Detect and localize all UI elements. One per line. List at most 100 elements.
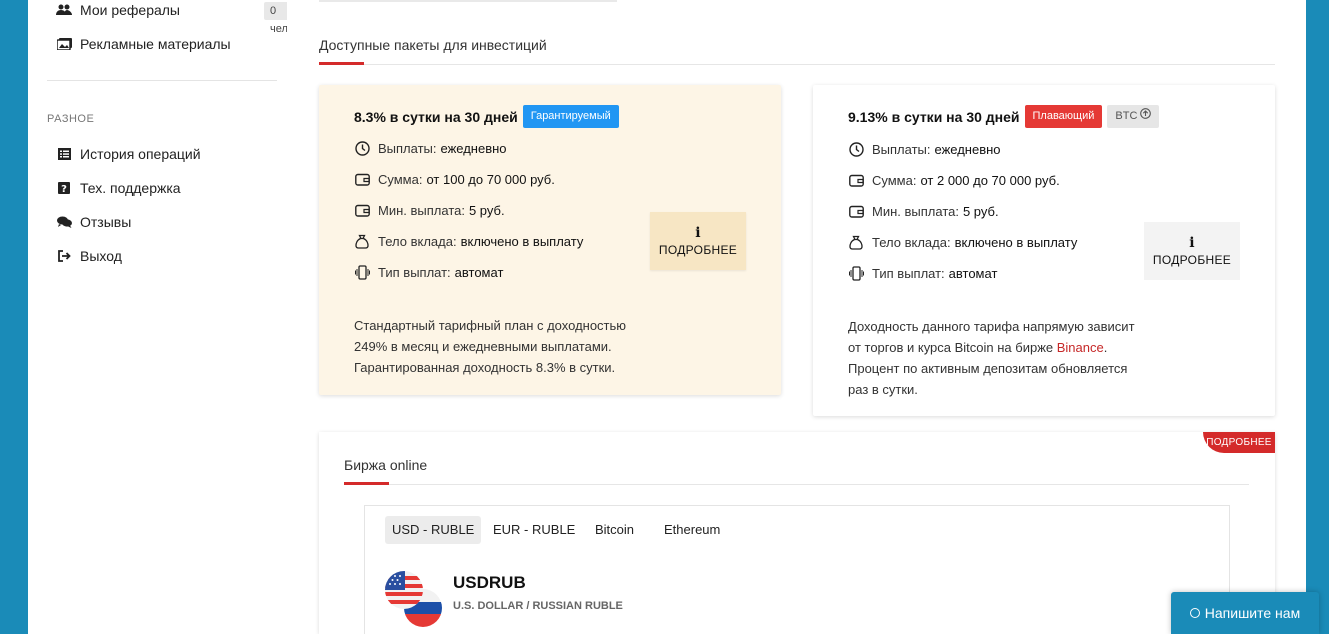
floating-tag: Плавающий — [1024, 105, 1103, 128]
package-title: 9.13% в сутки на 30 дней Плавающий BTC — [848, 105, 1160, 128]
guaranteed-tag: Гарантируемый — [522, 105, 619, 128]
feature-payout-type: Тип выплат: автомат — [848, 265, 997, 281]
feature-value: ежедневно — [934, 141, 1001, 157]
sidebar-item-logout[interactable]: Выход — [56, 248, 122, 264]
feature-value: включено в выплату — [954, 234, 1078, 250]
package-description: Стандартный тарифный план с доходностью … — [354, 315, 654, 378]
previous-card-edge — [319, 0, 617, 2]
section-accent — [344, 482, 389, 485]
chat-widget-button[interactable]: Напишите нам — [1171, 592, 1319, 634]
feature-label: Тело вклада: — [378, 233, 457, 249]
feature-label: Мин. выплата: — [872, 203, 959, 219]
pair-title: USDRUB — [453, 573, 526, 592]
clock-icon — [354, 140, 370, 156]
feature-amount: Сумма: от 100 до 70 000 руб. — [354, 171, 555, 187]
feature-value: 5 руб. — [468, 202, 505, 218]
comments-icon — [56, 215, 72, 229]
package-card-guaranteed: 8.3% в сутки на 30 дней Гарантируемый Вы… — [319, 85, 781, 395]
details-button-label: ПОДРОБНЕЕ — [1152, 252, 1232, 267]
chat-label: Напишите нам — [1204, 605, 1301, 621]
package-card-floating: 9.13% в сутки на 30 дней Плавающий BTC В… — [813, 85, 1275, 416]
sidebar-section-misc: РАЗНОЕ — [47, 113, 95, 125]
pair-description: U.S. DOLLAR / RUSSIAN RUBLE — [453, 600, 623, 612]
feature-min-payout: Мин. выплата: 5 руб. — [354, 202, 505, 218]
images-icon — [56, 37, 72, 51]
users-icon — [56, 3, 72, 17]
package-title: 8.3% в сутки на 30 дней Гарантируемый — [354, 105, 619, 128]
money-bag-icon — [354, 233, 370, 249]
sidebar-item-history[interactable]: История операций — [56, 146, 201, 162]
usd-rub-flags-icon — [385, 568, 445, 628]
section-divider — [344, 484, 1249, 485]
question-icon: ? — [56, 181, 72, 195]
package-description: Доходность данного тарифа напрямую завис… — [848, 316, 1138, 400]
sidebar-item-label: Отзывы — [80, 214, 132, 230]
tab-usd-ruble[interactable]: USD - RUBLE — [385, 516, 482, 544]
section-accent — [319, 62, 364, 65]
wallet-icon — [848, 203, 864, 219]
btc-tag: BTC — [1107, 105, 1160, 128]
package-details-button[interactable]: i ПОДРОБНЕЕ — [1144, 222, 1240, 280]
sidebar-item-label: Рекламные материалы — [80, 36, 231, 52]
feature-payout-type: Тип выплат: автомат — [354, 264, 503, 280]
tab-eur-ruble[interactable]: EUR - RUBLE — [486, 516, 582, 544]
description-line: Процент по активным депозитам обновляетс… — [848, 361, 1128, 397]
sidebar-item-support[interactable]: ? Тех. поддержка — [56, 180, 181, 196]
wallet-icon — [354, 202, 370, 218]
feature-label: Сумма: — [872, 172, 917, 188]
page: Мои рефералы 0 чел. Рекламные материалы … — [28, 0, 1306, 634]
feature-label: Сумма: — [378, 171, 423, 187]
sidebar: Мои рефералы 0 чел. Рекламные материалы … — [28, 0, 297, 634]
sidebar-item-label: Выход — [80, 248, 122, 264]
feature-value: включено в выплату — [460, 233, 584, 249]
binance-link[interactable]: Binance — [1057, 340, 1104, 355]
sidebar-item-reviews[interactable]: Отзывы — [56, 214, 131, 230]
feature-deposit-body: Тело вклада: включено в выплату — [848, 234, 1077, 250]
sign-out-icon — [56, 249, 72, 263]
feature-value: от 2 000 до 70 000 руб. — [920, 172, 1060, 188]
exchange-online-panel: ПОДРОБНЕЕ Биржа online USD - RUBLE EUR -… — [319, 432, 1275, 634]
description-text: . — [1103, 340, 1108, 355]
feature-value: автомат — [948, 265, 998, 281]
rates-widget: USD - RUBLE EUR - RUBLE Bitcoin Ethereum — [364, 505, 1230, 634]
feature-value: ежедневно — [440, 140, 507, 156]
money-bag-icon — [848, 234, 864, 250]
feature-value: 5 руб. — [962, 203, 999, 219]
sidebar-item-label: Тех. поддержка — [80, 180, 181, 196]
package-title-text: 8.3% в сутки на 30 дней — [354, 108, 518, 125]
description-line: Стандартный тарифный план с доходностью … — [354, 318, 627, 354]
sidebar-item-label: Мои рефералы — [80, 2, 180, 18]
description-line: Доходность данного тарифа напрямую завис… — [848, 316, 1138, 358]
feature-amount: Сумма: от 2 000 до 70 000 руб. — [848, 172, 1060, 188]
feature-label: Мин. выплата: — [378, 202, 465, 218]
clock-icon — [848, 141, 864, 157]
chat-status-icon — [1189, 608, 1200, 618]
btc-tag-label: BTC — [1115, 110, 1138, 122]
sidebar-item-ad-materials[interactable]: Рекламные материалы — [56, 36, 231, 52]
wallet-icon — [354, 171, 370, 187]
exchange-section-title: Биржа online — [344, 457, 428, 473]
arrow-up-circle-icon — [1140, 105, 1152, 128]
sidebar-item-label: История операций — [80, 146, 201, 162]
tab-ethereum[interactable]: Ethereum — [657, 516, 727, 544]
section-divider — [319, 64, 1275, 65]
sidebar-item-referrals[interactable]: Мои рефералы 0 чел. — [56, 2, 297, 35]
feature-label: Выплаты: — [378, 140, 437, 156]
main-content: Доступные пакеты для инвестиций 8.3% в с… — [287, 0, 1306, 634]
feature-min-payout: Мин. выплата: 5 руб. — [848, 203, 999, 219]
list-icon — [56, 147, 72, 161]
svg-text:?: ? — [61, 184, 67, 194]
feature-label: Тип выплат: — [872, 265, 945, 281]
tab-bitcoin[interactable]: Bitcoin — [588, 516, 641, 544]
feature-value: от 100 до 70 000 руб. — [426, 171, 555, 187]
wallet-icon — [848, 172, 864, 188]
feature-label: Выплаты: — [872, 141, 931, 157]
exchange-more-button[interactable]: ПОДРОБНЕЕ — [1203, 432, 1275, 453]
packages-section-title: Доступные пакеты для инвестиций — [319, 37, 547, 53]
feature-payouts: Выплаты: ежедневно — [848, 141, 1001, 157]
feature-value: автомат — [454, 264, 504, 280]
sidebar-divider — [47, 80, 277, 81]
phone-vibrate-icon — [848, 265, 864, 281]
info-icon: i — [695, 224, 701, 241]
package-details-button[interactable]: i ПОДРОБНЕЕ — [650, 212, 746, 270]
